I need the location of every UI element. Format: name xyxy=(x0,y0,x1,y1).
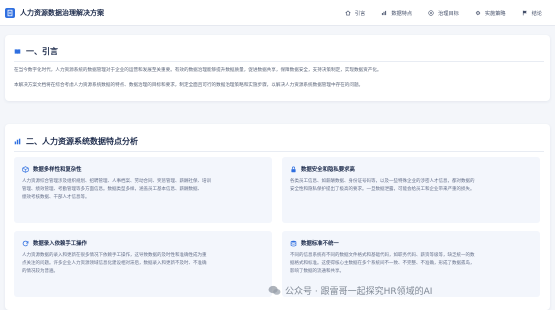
features-section: 二、人力资源系统数据特点分析 数据多样性和复杂性 人力资源综合管理涉及组织规划、… xyxy=(5,124,550,310)
document-icon xyxy=(5,7,15,18)
intro-section: 一、引言 在当今数字化时代，人力资源系统的数据管理对于企业的运营和发展至关重要。… xyxy=(5,35,550,101)
feature-description: 不同的信息系统有不同的数据文件格式和基础代码，如职务代码、薪资等级等，缺乏统一的… xyxy=(290,252,534,275)
divider xyxy=(14,151,544,152)
nav-item-conclusion[interactable]: 结论 xyxy=(517,6,547,20)
book-icon xyxy=(14,49,21,55)
database-icon xyxy=(290,240,297,246)
feature-description: 人力资源综合管理涉及组织规划、招聘管理、人事档案、劳动合同、奖惩管理、薪酬社保、… xyxy=(22,178,266,201)
chart-icon xyxy=(382,10,387,16)
feature-title: 数据安全和隐私要求高 xyxy=(301,167,355,173)
top-navbar: 人力资源数据治理解决方案 引言 数据特点 治理目标 实施策略 结论 xyxy=(0,0,555,26)
nav-label: 数据特点 xyxy=(391,10,413,17)
brand: 人力资源数据治理解决方案 xyxy=(5,7,104,18)
nav-item-features[interactable]: 数据特点 xyxy=(376,6,417,20)
section-title: 二、人力资源系统数据特点分析 xyxy=(26,137,138,146)
feature-description: 人力资源数据的录入和更新在很多情况下依赖手工操作，这导致数据的及时性和准确性成为… xyxy=(22,252,266,275)
feature-line: 绩效考核数据、干部人才信息等。 xyxy=(22,194,90,200)
lock-icon xyxy=(291,165,296,172)
nav-label: 结论 xyxy=(531,10,542,17)
wechat-icon xyxy=(268,285,281,295)
nav-label: 引言 xyxy=(354,10,366,17)
feature-header: 数据安全和隐私要求高 xyxy=(290,165,355,173)
feature-title: 数据标准不统一 xyxy=(301,241,339,247)
watermark: 公众号 · 跟雷哥一起探究HR领域的AI xyxy=(268,284,432,297)
feature-header: 数据标准不统一 xyxy=(290,239,339,247)
feature-card: 数据多样性和复杂性 人力资源综合管理涉及组织规划、招聘管理、人事档案、劳动合同、… xyxy=(14,157,272,223)
intro-paragraph: 本解决方案文档将在综合考虑人力资源系统数据的特点、数据治理的目标和要求，制定全面… xyxy=(14,83,364,88)
feature-line: 不同的信息系统有不同的数据文件格式和基础代码，如职务代码、薪资等级等，缺乏统一的… xyxy=(290,253,475,258)
nav-menu: 引言 数据特点 治理目标 实施策略 结论 xyxy=(340,6,547,20)
nav-item-goals[interactable]: 治理目标 xyxy=(423,6,464,20)
feature-line: 各类员工信息、如薪酬数据、身份证号码等，以及一些特殊企业的涉密人才信息，都对数据… xyxy=(290,179,475,184)
section-title: 一、引言 xyxy=(26,47,58,56)
target-icon xyxy=(428,10,434,16)
feature-title: 数据录入依赖手工操作 xyxy=(33,241,87,247)
watermark-text: 公众号 · 跟雷哥一起探究HR领域的AI xyxy=(285,287,433,297)
feature-header: 数据多样性和复杂性 xyxy=(22,165,82,173)
feature-line: 的情况较为普遍。 xyxy=(22,268,58,274)
chart-icon xyxy=(14,138,21,145)
intro-paragraph: 在当今数字化时代，人力资源系统的数据管理对于企业的运营和发展至关重要。有效的数据… xyxy=(14,68,382,73)
feature-line: 人力资源综合管理涉及组织规划、招聘管理、人事档案、劳动合同、奖惩管理、薪酬社保、… xyxy=(22,179,211,184)
feature-header: 数据录入依赖手工操作 xyxy=(22,239,87,247)
feature-line: 影响了数据的流通和共享。 xyxy=(290,268,344,274)
feature-line: 点关注的问题。许多企业人力资源领域信息化建设相对滞后，数据录入和更新不及时、不准… xyxy=(22,260,207,266)
divider xyxy=(14,61,544,62)
features-title: 二、人力资源系统数据特点分析 xyxy=(14,136,138,147)
feature-card: 数据安全和隐私要求高 各类员工信息、如薪酬数据、身份证号码等，以及一些特殊企业的… xyxy=(282,157,540,223)
feature-card: 数据录入依赖手工操作 人力资源数据的录入和更新在很多情况下依赖手工操作，这导致数… xyxy=(14,231,272,297)
intro-title: 一、引言 xyxy=(14,46,58,57)
home-icon xyxy=(345,10,351,16)
feature-description: 各类员工信息、如薪酬数据、身份证号码等，以及一些特殊企业的涉密人才信息，都对数据… xyxy=(290,178,534,194)
feature-line: 据格式和标准。这使得核心主数据在多个系统间不一致、不完整、不准确，形成了数据孤岛… xyxy=(290,260,475,266)
cube-icon xyxy=(22,165,29,173)
feature-line: 人力资源数据的录入和更新在很多情况下依赖手工操作，这导致数据的及时性和准确性成为… xyxy=(22,253,207,258)
nav-item-intro[interactable]: 引言 xyxy=(340,6,370,20)
flag-icon xyxy=(522,10,527,16)
feature-line: 安全性和隐私保护提出了极高的要求。一旦数据泄露，可能会给员工和企业带来严重的损失… xyxy=(290,186,475,192)
feature-line: 管理、绩效管理、考勤管理等多方面信息。数据类型多样，涵盖员工基本信息、薪酬数据、 xyxy=(22,186,202,192)
gear-icon xyxy=(475,10,481,16)
app-title: 人力资源数据治理解决方案 xyxy=(20,8,104,17)
feature-title: 数据多样性和复杂性 xyxy=(33,167,82,173)
nav-label: 实施策略 xyxy=(484,10,506,17)
nav-label: 治理目标 xyxy=(438,10,459,17)
nav-item-strategy[interactable]: 实施策略 xyxy=(470,6,511,20)
refresh-icon xyxy=(22,240,29,246)
